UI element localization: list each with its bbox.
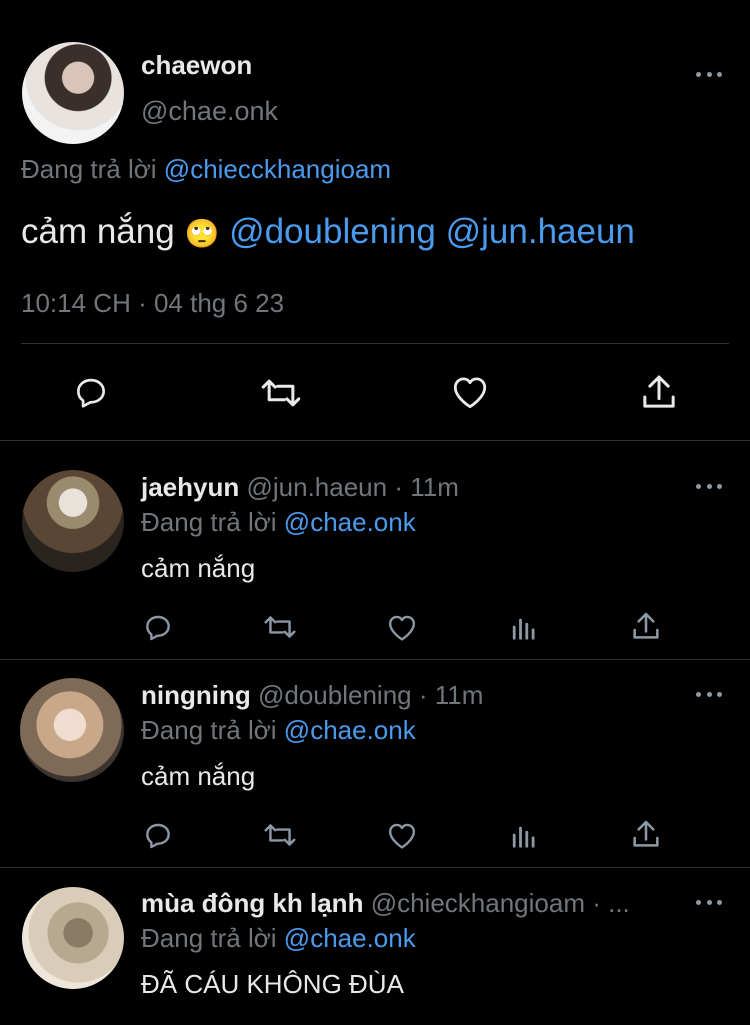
reply-icon[interactable] — [142, 819, 174, 851]
reply-prefix: Đang trả lời — [141, 923, 277, 953]
divider — [0, 867, 750, 868]
views-icon[interactable] — [510, 613, 538, 641]
reply-time: · 11m — [418, 680, 484, 710]
reply-prefix: Đang trả lời — [141, 507, 277, 537]
author-handle[interactable]: @chieckhangioam — [371, 888, 585, 918]
avatar-ningning[interactable] — [20, 678, 124, 782]
reply-text: cảm nắng — [141, 553, 256, 583]
reply-text: ĐÃ CÁU KHÔNG ĐÙA — [141, 969, 404, 999]
reply-icon[interactable] — [71, 373, 111, 411]
tweet-timestamp: 10:14 CH · 04 thg 6 23 — [21, 288, 285, 318]
author-name[interactable]: ningning — [141, 680, 251, 710]
more-icon[interactable] — [696, 484, 722, 490]
author-name[interactable]: jaehyun — [141, 472, 239, 502]
views-icon[interactable] — [510, 821, 538, 849]
mention-jun-haeun[interactable]: @jun.haeun — [446, 212, 635, 251]
reply-header: mùa đông kh lạnh @chieckhangioam · ... — [141, 888, 630, 919]
retweet-icon[interactable] — [259, 374, 303, 412]
retweet-icon[interactable] — [262, 820, 298, 850]
avatar-mua-dong[interactable] — [22, 887, 124, 989]
share-icon[interactable] — [640, 372, 678, 412]
more-icon[interactable] — [696, 900, 722, 906]
like-icon[interactable] — [386, 821, 418, 850]
retweet-icon[interactable] — [262, 612, 298, 642]
divider — [21, 343, 729, 344]
more-icon[interactable] — [696, 72, 722, 78]
like-icon[interactable] — [386, 613, 418, 642]
avatar-chaewon[interactable] — [22, 42, 124, 144]
share-icon[interactable] — [631, 818, 661, 850]
more-icon[interactable] — [696, 692, 722, 698]
reply-to-link[interactable]: @chiecckhangioam — [164, 154, 391, 184]
eye-roll-emoji: 🙄 — [184, 218, 220, 249]
divider — [0, 440, 750, 441]
reply-context: Đang trả lời @chae.onk — [141, 923, 416, 954]
reply-to-link[interactable]: @chae.onk — [284, 715, 416, 745]
tweet-text: cảm nắng 🙄 @doublening @jun.haeun — [21, 212, 635, 252]
reply-context: Đang trả lời @chae.onk — [141, 507, 416, 538]
reply-time: · ... — [592, 888, 630, 918]
author-name[interactable]: mùa đông kh lạnh — [141, 888, 363, 918]
reply-prefix: Đang trả lời — [21, 154, 157, 184]
share-icon[interactable] — [631, 610, 661, 642]
tweet-body: cảm nắng — [21, 212, 175, 251]
divider — [0, 659, 750, 660]
reply-icon[interactable] — [142, 611, 174, 643]
author-name[interactable]: chaewon — [141, 50, 252, 81]
avatar-jaehyun[interactable] — [22, 470, 124, 572]
like-icon[interactable] — [450, 374, 490, 410]
reply-prefix: Đang trả lời — [141, 715, 277, 745]
reply-header: jaehyun @jun.haeun · 11m — [141, 472, 459, 503]
reply-context: Đang trả lời @chae.onk — [141, 715, 416, 746]
reply-text: cảm nắng — [141, 761, 256, 791]
reply-context: Đang trả lời @chiecckhangioam — [21, 154, 391, 185]
reply-header: ningning @doublening · 11m — [141, 680, 483, 711]
reply-time: · 11m — [394, 472, 459, 502]
author-handle[interactable]: @chae.onk — [141, 96, 278, 127]
mention-doublening[interactable]: @doublening — [229, 212, 436, 251]
reply-to-link[interactable]: @chae.onk — [284, 923, 416, 953]
author-handle[interactable]: @jun.haeun — [246, 472, 387, 502]
reply-to-link[interactable]: @chae.onk — [284, 507, 416, 537]
author-handle[interactable]: @doublening — [258, 680, 412, 710]
